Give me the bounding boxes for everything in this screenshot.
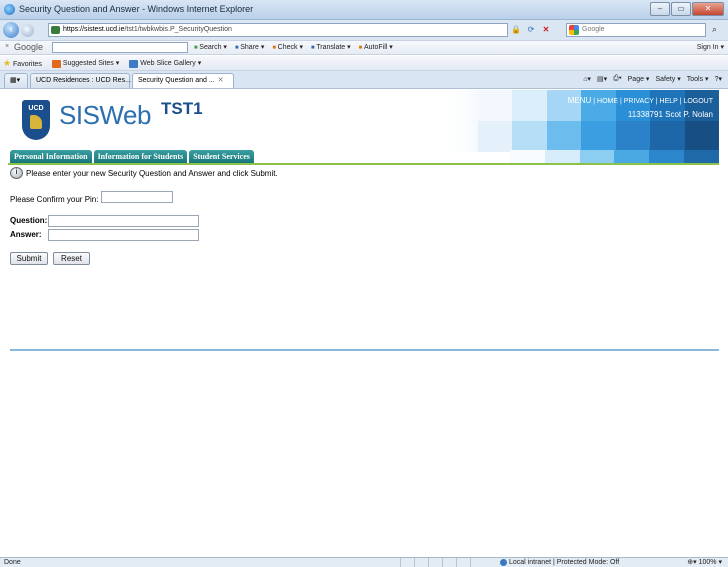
home-icon[interactable]: ⌂▾ [583, 75, 591, 83]
quick-tabs-button[interactable]: ▦▾ [4, 73, 28, 88]
answer-input[interactable] [48, 229, 199, 241]
help-icon[interactable]: ?▾ [715, 75, 722, 83]
close-toolbar-icon[interactable]: × [5, 43, 9, 50]
toolbar-share-button[interactable]: Share ▾ [235, 43, 264, 51]
menu-link[interactable]: MENU [568, 96, 592, 105]
search-placeholder: Google [582, 26, 605, 33]
tab-label: UCD Residences : UCD Res... [36, 77, 131, 84]
question-input[interactable] [48, 215, 199, 227]
address-icons: 🔒 ⟳ ✕ [510, 23, 552, 36]
status-panes [400, 558, 484, 567]
top-links: MENU | HOME | PRIVACY | HELP | LOGOUT [568, 96, 713, 105]
submit-button[interactable]: Submit [10, 252, 48, 265]
status-bar: Done Local intranet | Protected Mode: Of… [0, 557, 728, 567]
tab-security-question[interactable]: Security Question and ... ✕ [132, 73, 234, 88]
privacy-link[interactable]: PRIVACY [624, 98, 654, 105]
nav-underline [8, 163, 719, 165]
zone-label: Local intranet | Protected Mode: Off [509, 559, 620, 566]
web-slice-icon [129, 59, 139, 68]
home-link[interactable]: HOME [597, 98, 618, 105]
refresh-icon[interactable]: ⟳ [525, 23, 537, 36]
site-banner: UCD SISWeb TST1 MENU | HOME | PRIVACY | … [8, 90, 719, 152]
status-text: Done [4, 559, 21, 566]
toolbar-autofill-button[interactable]: AutoFill ▾ [359, 43, 393, 51]
google-icon [569, 25, 579, 35]
google-toolbar-items: Search ▾ Share ▾ Check ▾ Translate ▾ Aut… [194, 43, 393, 51]
google-sign-in-button[interactable]: Sign In ▾ [697, 43, 724, 51]
main-nav-tabs: Personal Information Information for Stu… [10, 150, 254, 163]
web-slice-label: Web Slice Gallery ▾ [140, 60, 202, 68]
suggested-sites-button[interactable]: Suggested Sites ▾ [51, 59, 120, 68]
tab-row: ▦▾ UCD Residences : UCD Res... Security … [0, 71, 728, 89]
suggested-sites-label: Suggested Sites ▾ [62, 60, 120, 68]
tab-label: Security Question and ... [138, 77, 215, 84]
security-zone[interactable]: Local intranet | Protected Mode: Off [500, 558, 619, 567]
forward-button[interactable]: › [21, 24, 34, 37]
window-title-bar: Security Question and Answer - Windows I… [0, 0, 728, 20]
ucd-crest-logo: UCD [22, 100, 50, 140]
google-toolbar-search-input[interactable] [52, 42, 188, 53]
tab-personal-information[interactable]: Personal Information [10, 150, 92, 163]
answer-label: Answer: [10, 230, 42, 239]
help-link[interactable]: HELP [660, 98, 678, 105]
page-menu[interactable]: Page ▾ [628, 75, 650, 83]
crest-text: UCD [28, 105, 44, 112]
search-input[interactable]: Google [566, 23, 706, 37]
suggested-sites-icon [51, 59, 61, 68]
toolbar-search-button[interactable]: Search ▾ [194, 43, 227, 51]
tools-menu[interactable]: Tools ▾ [687, 75, 709, 83]
pin-label: Please Confirm your Pin: [10, 195, 99, 204]
sisweb-logo: SISWeb [59, 100, 151, 130]
favorites-button[interactable]: ★ Favorites [3, 58, 42, 69]
back-button[interactable]: ‹ [3, 22, 19, 38]
user-info: 11338791 Scot P. Nolan [627, 110, 713, 119]
star-icon: ★ [3, 58, 12, 68]
ie-logo-icon [4, 4, 15, 15]
tab-ucd-residences[interactable]: UCD Residences : UCD Res... [30, 73, 131, 88]
window-title: Security Question and Answer - Windows I… [19, 4, 254, 14]
reset-button[interactable]: Reset [53, 252, 90, 265]
url-host: https://sistest.ucd.ie [63, 26, 125, 33]
zoom-value: 100% [698, 559, 717, 566]
logout-link[interactable]: LOGOUT [683, 98, 713, 105]
harp-icon [30, 115, 42, 129]
address-bar: ‹ › https://sistest.ucd.ie/tst1/twbkwbis… [0, 20, 728, 40]
print-icon[interactable]: ⎙▾ [613, 75, 622, 83]
safety-menu[interactable]: Safety ▾ [655, 75, 680, 83]
window-controls: – ▭ ✕ [650, 2, 724, 16]
nav-color-blocks [510, 150, 719, 163]
intranet-icon [500, 558, 507, 566]
minimize-button[interactable]: – [650, 2, 670, 16]
environment-label: TST1 [161, 99, 203, 118]
info-icon: i [10, 167, 23, 179]
favorites-label: Favorites [13, 61, 42, 68]
feeds-icon[interactable]: ▤▾ [597, 75, 607, 83]
command-bar: ⌂▾ ▤▾ ⎙▾ Page ▾ Safety ▾ Tools ▾ ?▾ [583, 75, 722, 83]
google-toolbar-logo: Google [14, 42, 44, 52]
tab-information-for-students[interactable]: Information for Students [93, 150, 188, 163]
instruction-row: i Please enter your new Security Questio… [10, 167, 278, 179]
lock-icon[interactable]: 🔒 [510, 23, 522, 36]
toolbar-translate-button[interactable]: Translate ▾ [311, 43, 350, 51]
pin-input[interactable] [101, 191, 173, 203]
instruction-text: Please enter your new Security Question … [26, 168, 278, 178]
question-label: Question: [10, 216, 48, 225]
toolbar-check-button[interactable]: Check ▾ [272, 43, 303, 51]
google-toolbar: × Google Search ▾ Share ▾ Check ▾ Transl… [0, 40, 728, 55]
page-footer-rule [10, 349, 719, 351]
url-input[interactable]: https://sistest.ucd.ie/tst1/twbkwbis.P_S… [48, 23, 508, 37]
stop-icon[interactable]: ✕ [540, 23, 552, 36]
maximize-button[interactable]: ▭ [671, 2, 691, 16]
tab-student-services[interactable]: Student Services [189, 150, 254, 163]
search-icon[interactable]: ⌕ [712, 24, 717, 35]
zoom-level[interactable]: ⊕▾ 100% ▾ [687, 558, 722, 567]
url-path: /tst1/twbkwbis.P_SecurityQuestion [124, 26, 232, 33]
close-window-button[interactable]: ✕ [692, 2, 724, 16]
site-favicon-icon [51, 26, 60, 34]
favorites-bar: ★ Favorites Suggested Sites ▾ Web Slice … [0, 56, 728, 71]
page-content: UCD SISWeb TST1 MENU | HOME | PRIVACY | … [0, 90, 728, 557]
web-slice-gallery-button[interactable]: Web Slice Gallery ▾ [129, 59, 202, 68]
close-tab-icon[interactable]: ✕ [218, 77, 224, 84]
